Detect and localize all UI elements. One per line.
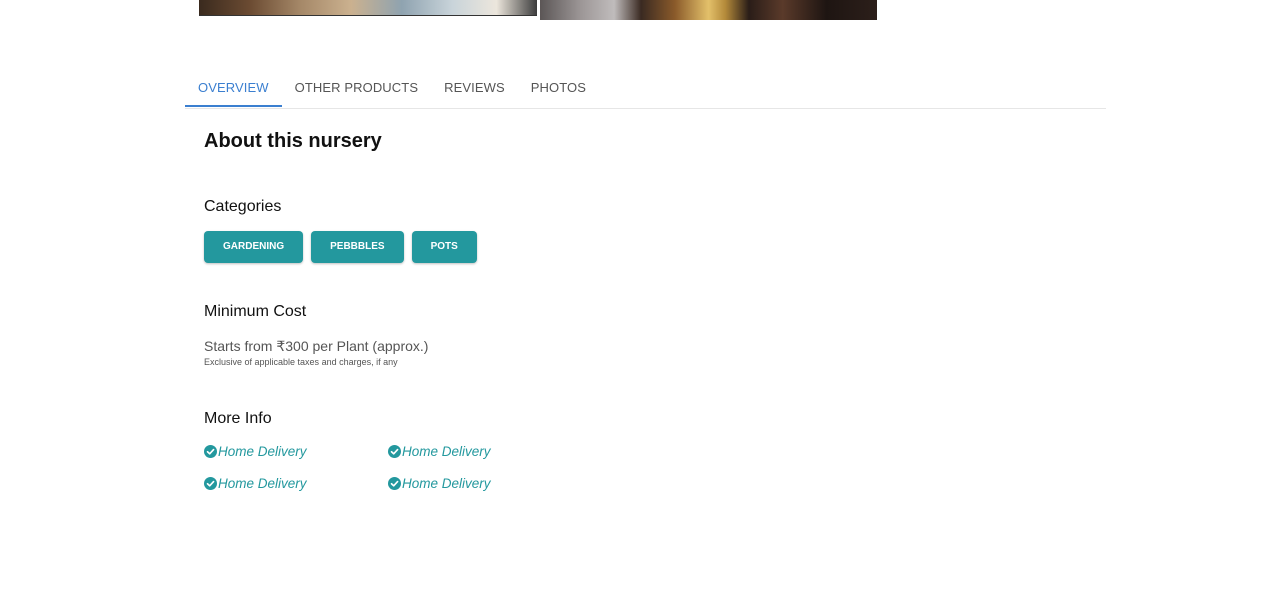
category-chip-gardening[interactable]: GARDENING [204,231,304,263]
tab-photos[interactable]: PHOTOS [518,70,599,107]
minimum-cost-text: Starts from ₹300 per Plant (approx.) [204,338,429,354]
more-info-list: Home Delivery Home Delivery Home Deliver… [204,443,572,492]
gallery-image-right[interactable] [540,0,877,20]
more-info-label: Home Delivery [218,444,307,459]
check-circle-icon [204,445,217,458]
tab-reviews[interactable]: REVIEWS [431,70,518,107]
minimum-cost-title: Minimum Cost [204,303,307,320]
category-chips: GARDENING PEBBBLES POTS [204,231,477,263]
category-chip-pots[interactable]: POTS [411,231,477,263]
more-info-title: More Info [204,410,272,427]
more-info-label: Home Delivery [402,476,491,491]
more-info-label: Home Delivery [218,476,307,491]
more-info-item: Home Delivery [204,475,388,492]
tab-other-products[interactable]: OTHER PRODUCTS [282,70,431,107]
check-circle-icon [388,445,401,458]
minimum-cost-note: Exclusive of applicable taxes and charge… [204,357,398,367]
tab-bar: OVERVIEW OTHER PRODUCTS REVIEWS PHOTOS [185,70,1106,109]
check-circle-icon [388,477,401,490]
more-info-item: Home Delivery [204,443,388,460]
check-circle-icon [204,477,217,490]
gallery-image-left[interactable] [199,0,537,16]
category-chip-pebbles[interactable]: PEBBBLES [311,231,404,263]
more-info-label: Home Delivery [402,444,491,459]
page: OVERVIEW OTHER PRODUCTS REVIEWS PHOTOS A… [0,0,1263,592]
about-heading: About this nursery [204,130,382,152]
more-info-item: Home Delivery [388,475,572,492]
categories-title: Categories [204,198,282,215]
more-info-item: Home Delivery [388,443,572,460]
tab-overview[interactable]: OVERVIEW [185,70,282,107]
